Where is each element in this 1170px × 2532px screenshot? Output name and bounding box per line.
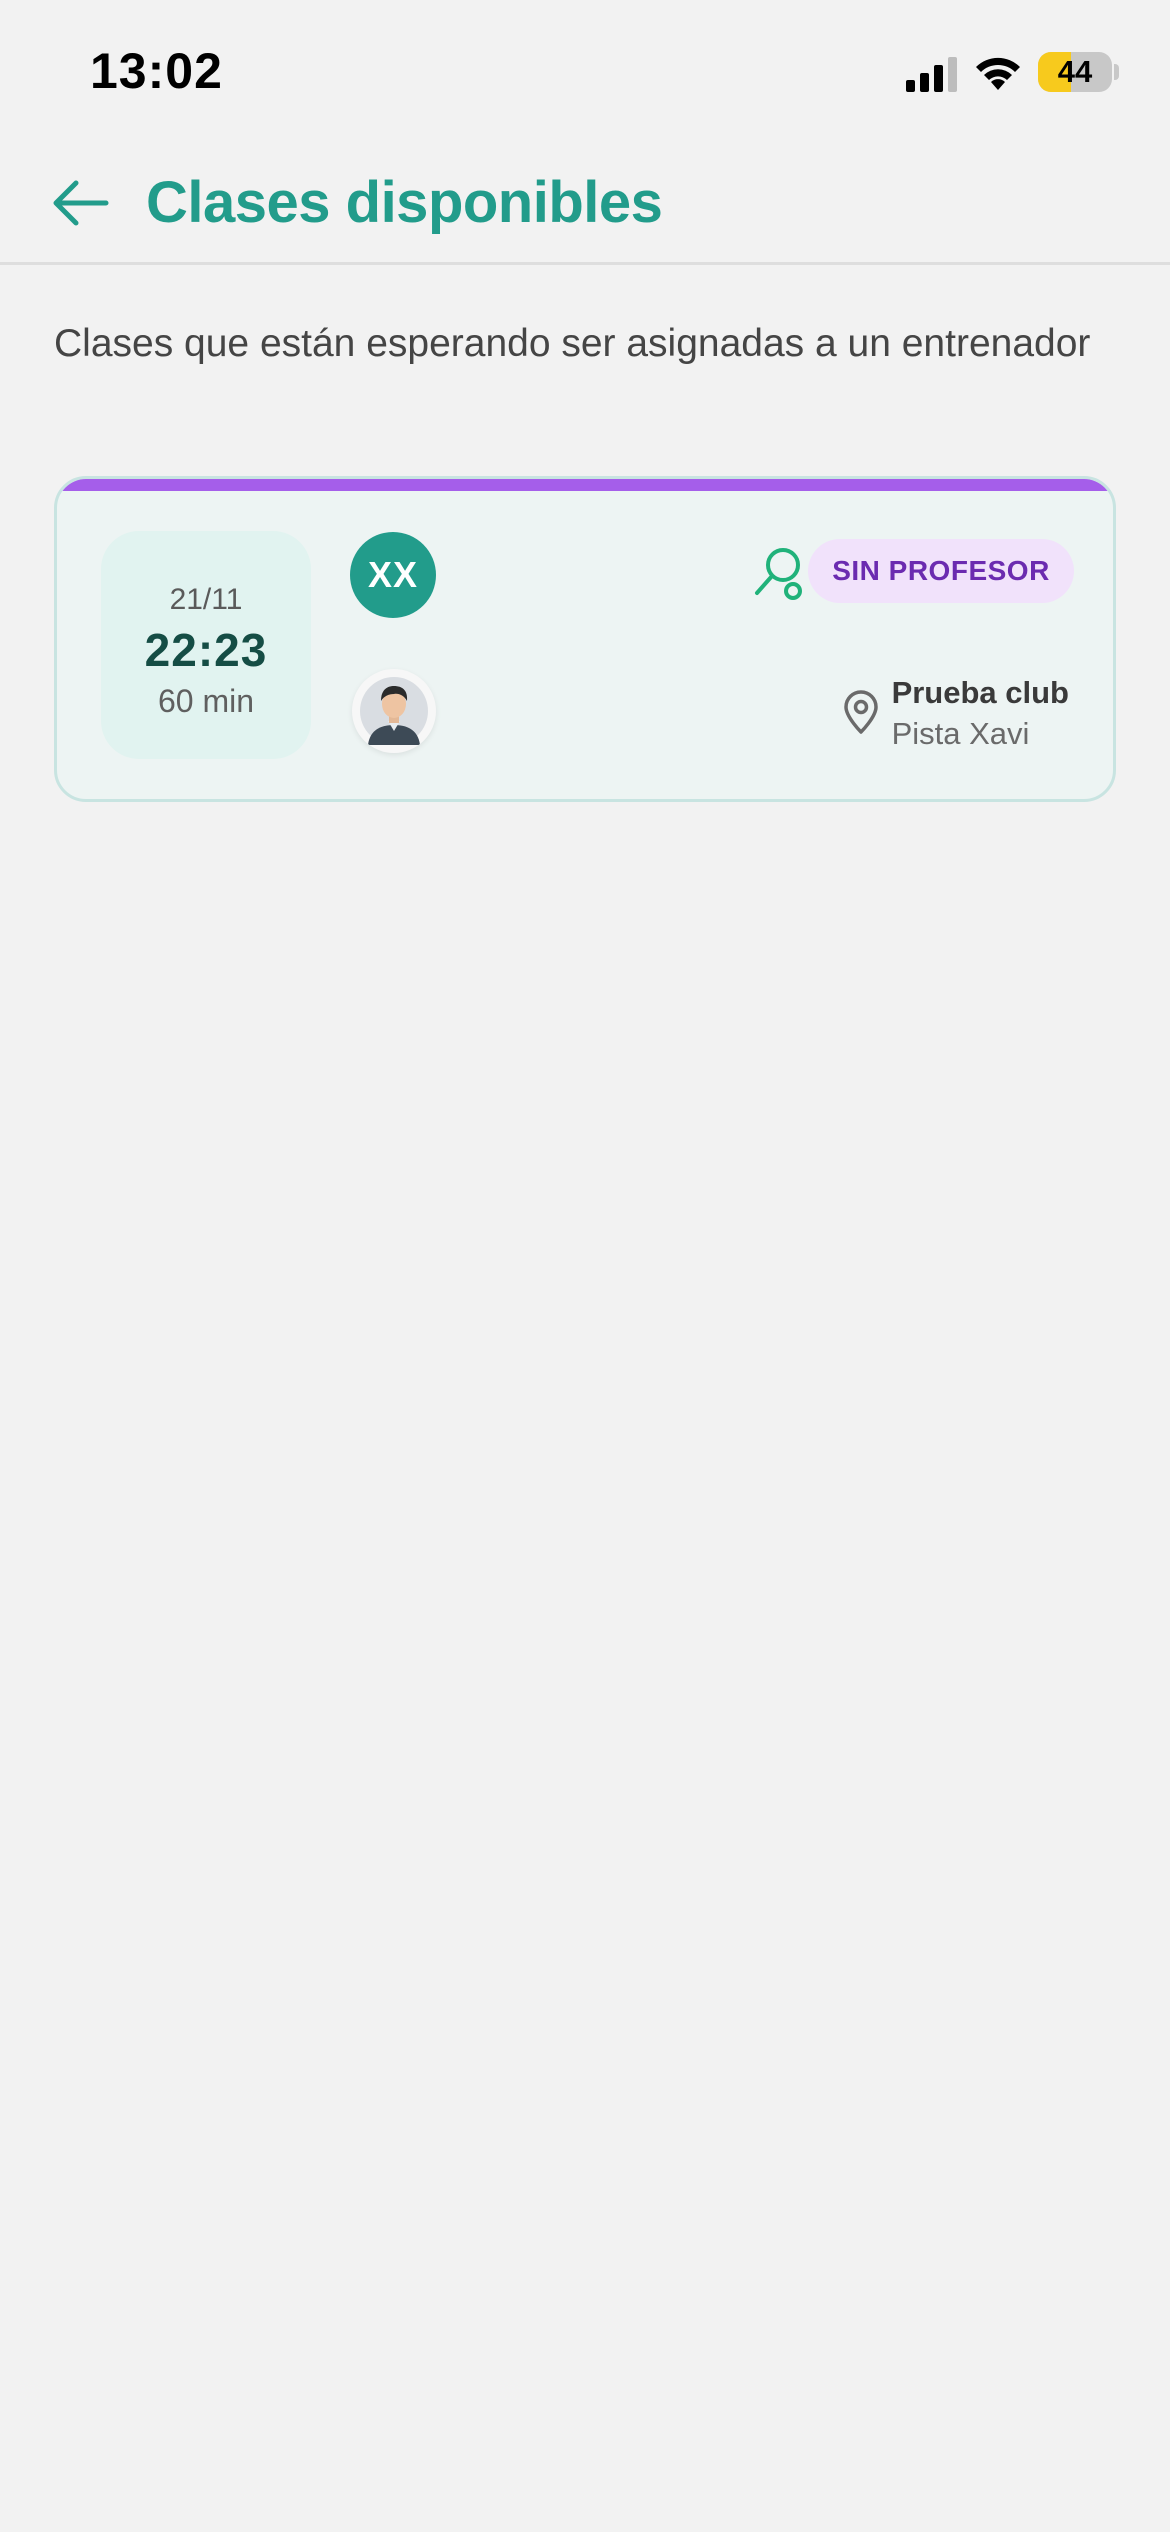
club-name: Prueba club [891,675,1069,710]
status-bar: 13:02 44 [0,0,1170,140]
class-location: Prueba club Pista Xavi [892,673,1069,755]
location-pin-icon [844,690,878,734]
battery-icon: 44 [1038,52,1112,92]
page-title: Clases disponibles [146,170,663,235]
class-time: 22:23 [144,624,268,676]
wifi-icon [976,57,1020,90]
user-photo-icon [360,677,428,745]
card-accent-bar [57,479,1113,491]
player-avatar [352,669,436,753]
arrow-left-icon [53,180,109,226]
page-description: Clases que están esperando ser asignadas… [54,322,1091,365]
status-time: 13:02 [90,43,223,99]
class-date: 21/11 [169,583,243,616]
cellular-signal-icon [906,57,957,92]
app-header: Clases disponibles [0,140,1170,265]
tennis-racket-icon [755,548,802,600]
battery-cap [1114,64,1119,80]
battery-level: 44 [1057,54,1093,89]
class-time-box: 21/11 22:23 60 min [101,531,311,759]
initials-avatar: XX [350,532,436,618]
court-name: Pista Xavi [891,716,1030,751]
status-badge: SIN PROFESOR [808,539,1074,603]
back-button[interactable] [40,168,120,238]
class-duration: 60 min [157,683,255,719]
class-card[interactable]: 21/11 22:23 60 min XX SIN PROFESOR Prueb… [54,476,1116,802]
